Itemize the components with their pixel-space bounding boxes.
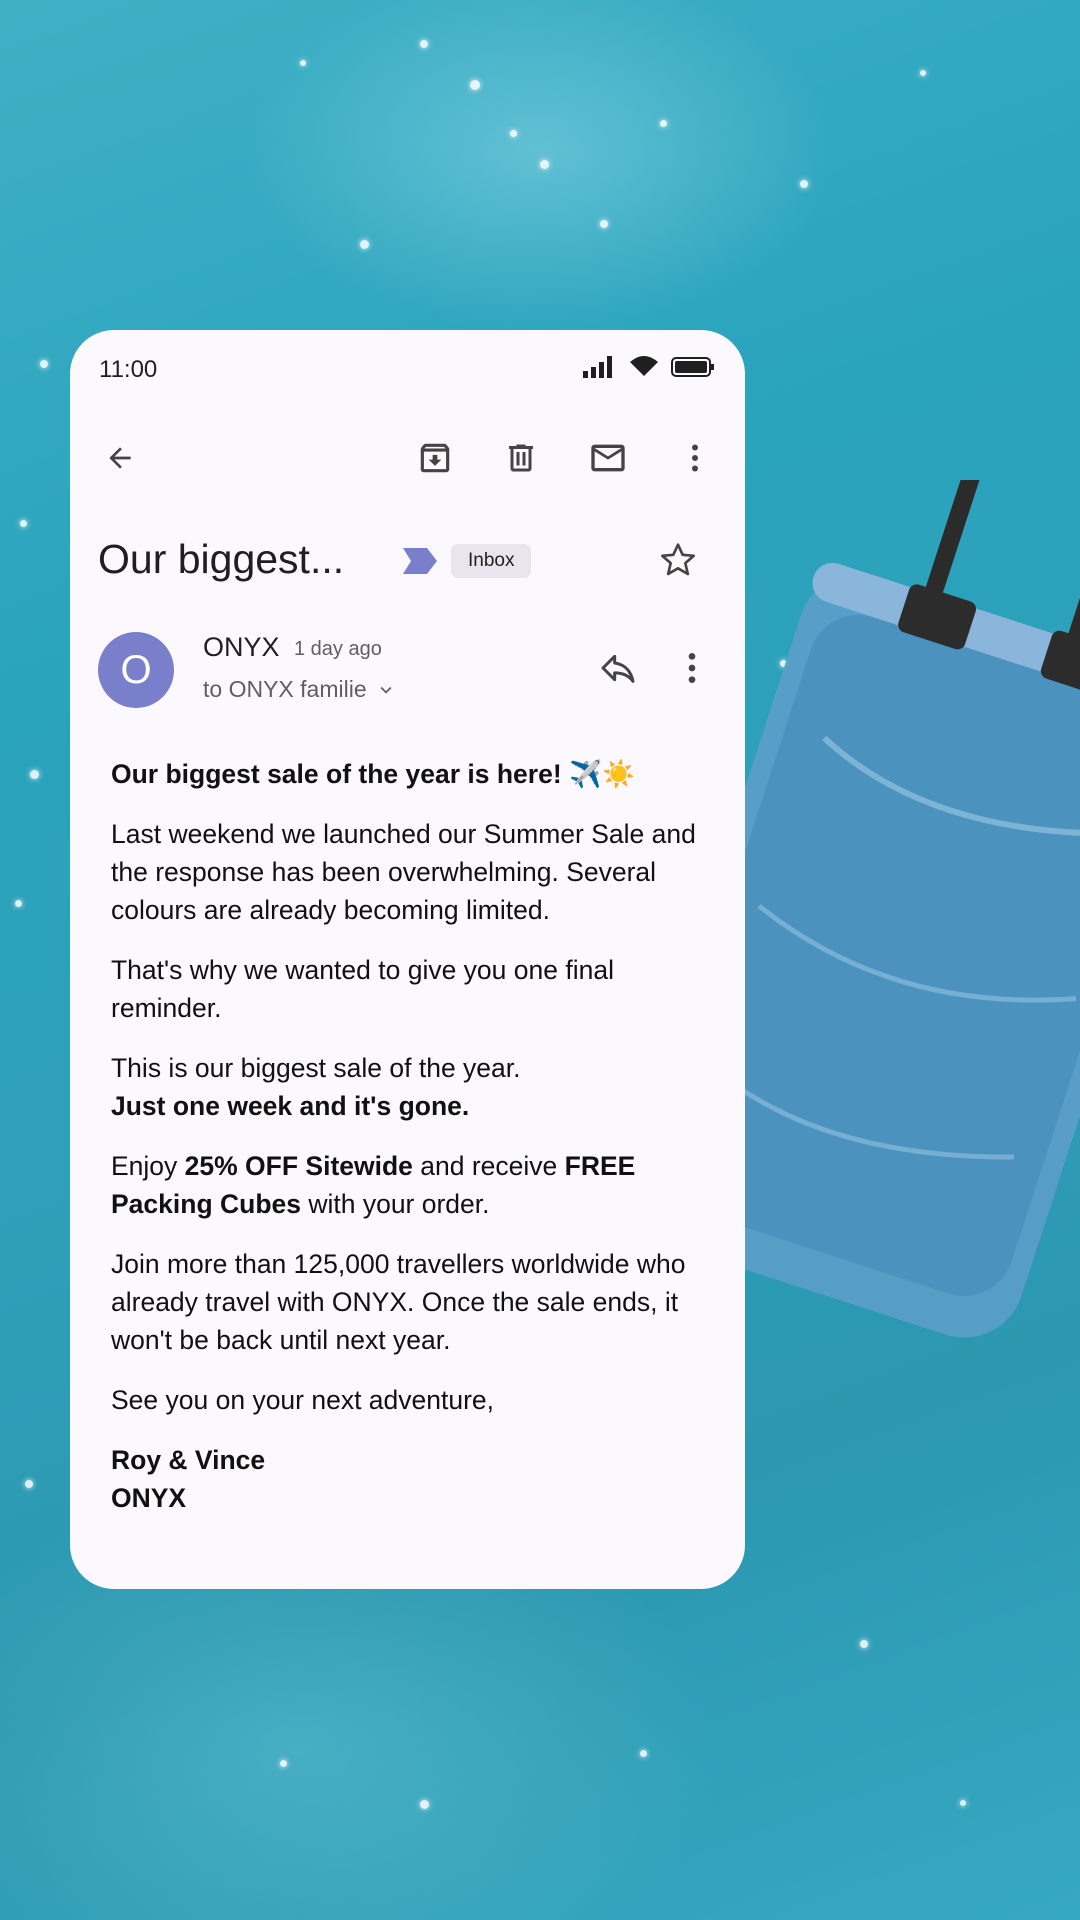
- status-time: 11:00: [99, 356, 158, 383]
- more-vert-icon: [688, 653, 696, 683]
- sent-time: 1 day ago: [294, 638, 382, 660]
- star-icon: [661, 543, 695, 576]
- water-sparkle: [640, 1750, 647, 1757]
- water-sparkle: [800, 180, 808, 188]
- water-sparkle: [20, 520, 27, 527]
- reply-button[interactable]: [598, 648, 642, 692]
- body-text: Enjoy: [111, 1151, 185, 1181]
- suitcase-image: [700, 480, 1080, 1338]
- water-sparkle: [25, 1480, 33, 1488]
- water-sparkle: [280, 1760, 287, 1767]
- message-more-button[interactable]: [678, 648, 706, 692]
- body-paragraph: Enjoy 25% OFF Sitewide and receive FREE …: [111, 1147, 711, 1223]
- body-paragraph: That's why we wanted to give you one fin…: [111, 955, 614, 1023]
- sender-avatar[interactable]: O: [98, 632, 174, 708]
- discount-text: 25% OFF Sitewide: [184, 1151, 413, 1181]
- email-toolbar: [70, 430, 745, 492]
- more-vert-icon: [692, 444, 698, 472]
- water-sparkle: [360, 240, 369, 249]
- body-headline: Our biggest sale of the year is here! ✈️…: [111, 755, 711, 793]
- water-sparkle: [300, 60, 306, 66]
- body-text: This is our biggest sale of the year.: [111, 1053, 521, 1083]
- recipient-details-toggle[interactable]: to ONYX familie: [203, 676, 397, 703]
- signature-brand: ONYX: [111, 1483, 187, 1513]
- water-sparkle: [470, 80, 480, 90]
- signature-names: Roy & Vince: [111, 1445, 266, 1475]
- label-tag-icon: [403, 548, 437, 574]
- delete-button[interactable]: [493, 430, 549, 486]
- signature: Roy & Vince ONYX: [111, 1441, 711, 1517]
- water-sparkle: [420, 40, 428, 48]
- more-options-button[interactable]: [667, 430, 723, 486]
- email-body: Our biggest sale of the year is here! ✈️…: [111, 755, 711, 1539]
- body-text: and receive: [412, 1151, 565, 1181]
- mail-icon: [591, 444, 625, 472]
- water-sparkle: [40, 360, 48, 368]
- star-button[interactable]: [658, 540, 702, 584]
- headline-text: Our biggest sale of the year is here!: [111, 759, 562, 789]
- headline-emoji: ✈️☀️: [569, 759, 636, 789]
- water-sparkle: [510, 130, 517, 137]
- battery-icon: [671, 357, 714, 377]
- body-paragraph: Join more than 125,000 travellers worldw…: [111, 1249, 686, 1355]
- water-sparkle: [860, 1640, 868, 1648]
- sender-name: ONYX: [203, 632, 280, 662]
- mark-unread-button[interactable]: [580, 430, 636, 486]
- body-bold-text: Just one week and it's gone.: [111, 1091, 470, 1121]
- body-paragraph: See you on your next adventure,: [111, 1385, 495, 1415]
- email-app-card: 11:00 Our biggest... Inbox O ONYX 1 day …: [70, 330, 745, 1589]
- status-icons: [583, 356, 715, 378]
- water-sparkle: [660, 120, 667, 127]
- back-button[interactable]: [92, 430, 148, 486]
- chevron-down-icon: [380, 686, 392, 694]
- recipient-text: to ONYX familie: [203, 676, 367, 702]
- water-sparkle: [15, 900, 22, 907]
- wifi-icon: [630, 356, 658, 376]
- body-text: with your order.: [300, 1189, 490, 1219]
- water-sparkle: [960, 1800, 966, 1806]
- subject-row: Our biggest... Inbox: [98, 530, 718, 594]
- status-bar: 11:00: [70, 330, 745, 410]
- reply-icon: [601, 654, 635, 683]
- archive-icon: [420, 443, 450, 473]
- water-sparkle: [420, 1800, 429, 1809]
- water-sparkle: [540, 160, 549, 169]
- inbox-label-chip[interactable]: Inbox: [451, 544, 532, 578]
- body-paragraph: This is our biggest sale of the year. Ju…: [111, 1049, 711, 1125]
- sender-row: O ONYX 1 day ago to ONYX familie: [98, 632, 718, 718]
- water-sparkle: [30, 770, 39, 779]
- back-arrow-icon: [109, 447, 131, 469]
- email-subject: Our biggest...: [98, 536, 345, 582]
- signal-icon: [583, 356, 612, 378]
- body-paragraph: Last weekend we launched our Summer Sale…: [111, 819, 696, 925]
- water-sparkle: [600, 220, 608, 228]
- trash-icon: [509, 444, 533, 472]
- water-sparkle: [920, 70, 926, 76]
- archive-button[interactable]: [407, 430, 463, 486]
